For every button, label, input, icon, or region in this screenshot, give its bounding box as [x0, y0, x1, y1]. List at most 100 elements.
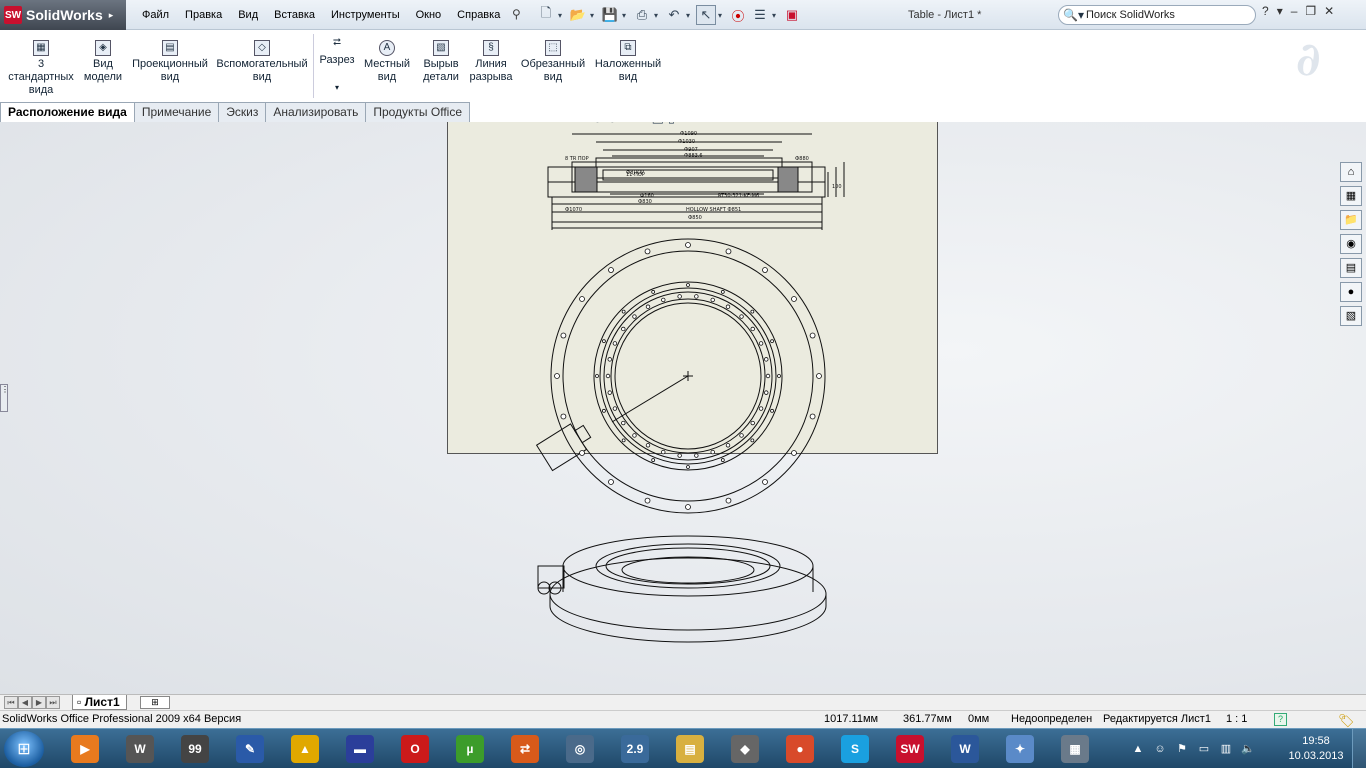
tray-app-icon[interactable]: ☺	[1152, 741, 1168, 757]
tray-device-icon[interactable]: ▭	[1196, 741, 1212, 757]
taskbar-world-of-tanks[interactable]: W	[113, 731, 167, 767]
tab-view-layout[interactable]: Расположение вида	[0, 102, 135, 123]
view-settings-icon[interactable]: ⚇▾	[686, 122, 704, 126]
pin-menu-icon[interactable]: ⚲	[512, 7, 526, 21]
dimension-label[interactable]: 100	[832, 184, 842, 190]
undo-icon[interactable]: ↶	[664, 5, 684, 25]
file-explorer-icon[interactable]: 📁	[1340, 210, 1362, 230]
taskbar-solidworks[interactable]: SW	[883, 731, 937, 767]
dimension-label[interactable]: RT30-321-KF-M6	[718, 193, 759, 199]
taskbar-save-disk[interactable]: ▬	[333, 731, 387, 767]
search-results-icon[interactable]: ◉	[1340, 234, 1362, 254]
taskbar-globe-app[interactable]: ◎	[553, 731, 607, 767]
search-input[interactable]: Поиск SolidWorks	[1086, 9, 1175, 21]
dimension-label[interactable]: Ф830	[638, 199, 652, 205]
print-icon[interactable]: ⎙	[632, 5, 652, 25]
close-icon[interactable]: ✕	[1324, 4, 1334, 18]
photoworks-icon[interactable]: ▣	[782, 5, 802, 25]
cmd-projected-view[interactable]: ▤ Проекционный вид	[130, 40, 210, 84]
sheet-tab-list1[interactable]: ▫ Лист1	[72, 695, 127, 710]
menu-window[interactable]: Окно	[408, 0, 450, 30]
tab-office-products[interactable]: Продукты Office	[365, 102, 471, 122]
cmd-auxiliary-view[interactable]: ◇ Вспомогательный вид	[214, 40, 310, 84]
cmd-model-view[interactable]: ◈ Вид модели	[82, 40, 124, 84]
view-palette-icon[interactable]: ▤	[1340, 258, 1362, 278]
add-sheet-icon[interactable]: ⊞	[140, 696, 170, 709]
menu-tools[interactable]: Инструменты	[323, 0, 408, 30]
print-dropdown-icon[interactable]: ▾	[654, 11, 662, 20]
menu-file[interactable]: Файл	[134, 0, 177, 30]
taskbar-skype[interactable]: S	[828, 731, 882, 767]
open-dropdown-icon[interactable]: ▾	[590, 11, 598, 20]
cmd-crop-view[interactable]: ⬚ Обрезанный вид	[520, 40, 586, 84]
cmd-broken-out-section[interactable]: ▧ Вырыв детали	[420, 40, 462, 84]
first-sheet-icon[interactable]: ⏮	[4, 696, 18, 709]
select-pointer-icon[interactable]: ↖	[696, 5, 716, 25]
dimension-label[interactable]: Ф8ПОР	[626, 170, 644, 176]
tags-icon[interactable]: 🏷	[1338, 712, 1355, 729]
dimension-label[interactable]: Ф880	[795, 156, 809, 162]
solidworks-logo[interactable]: SW SolidWorks ▸	[0, 0, 126, 30]
zoom-to-area-icon[interactable]: ⊕	[607, 122, 618, 126]
feature-manager-handle[interactable]: ⋮	[0, 384, 9, 412]
display-style-icon[interactable]: ▣	[652, 122, 664, 126]
zoom-to-fit-icon[interactable]: ⊕	[592, 122, 603, 126]
doc-close-icon[interactable]: ✕	[1339, 122, 1349, 124]
hide-show-icon[interactable]: ▯▾	[668, 122, 682, 126]
file-properties-icon[interactable]: ☰	[750, 5, 770, 25]
help-dropdown-icon[interactable]: ▾	[1277, 4, 1283, 18]
new-document-icon[interactable]: 🗋	[536, 5, 556, 25]
start-button[interactable]: ⊞	[4, 731, 44, 767]
menu-view[interactable]: Вид	[230, 0, 266, 30]
tab-annotation[interactable]: Примечание	[133, 102, 220, 122]
taskbar-word[interactable]: W	[938, 731, 992, 767]
taskbar-inkscape[interactable]: ◆	[718, 731, 772, 767]
menu-edit[interactable]: Правка	[177, 0, 230, 30]
previous-view-icon[interactable]: ↺	[622, 122, 633, 126]
taskbar-file-explorer[interactable]: ▤	[663, 731, 717, 767]
dimension-label[interactable]: Ф1070	[565, 207, 582, 213]
taskbar-chrome[interactable]: ●	[773, 731, 827, 767]
status-help-icon[interactable]: ?	[1274, 713, 1287, 726]
taskbar-opera[interactable]: O	[388, 731, 442, 767]
cmd-section-view[interactable]: ⮂ Разрез ▾	[318, 36, 356, 94]
graphics-area[interactable]: Ф1090 Ф1030 Ф907 Ф883.6 8 TR ПОР Ф880 11-ПОР Ф8…	[0, 122, 1366, 694]
new-dropdown-icon[interactable]: ▾	[558, 11, 566, 20]
isometric-view[interactable]	[537, 535, 827, 643]
dimension-label[interactable]: HOLLOW SHAFT Ф851	[686, 207, 741, 213]
taskbar-sync-app[interactable]: ⇄	[498, 731, 552, 767]
top-view-flange[interactable]	[535, 238, 826, 514]
cmd-detail-view[interactable]: A Местный вид	[362, 40, 412, 84]
custom-properties-icon[interactable]: ▧	[1340, 306, 1362, 326]
tray-flag-icon[interactable]: ⚑	[1174, 741, 1190, 757]
drawing-views[interactable]: Ф1090Ф1030Ф907Ф883.68 TR ПОР Ф88011-ПОРФ8…	[0, 122, 1366, 694]
taskbar-monitor-99[interactable]: 99	[168, 731, 222, 767]
dimension-label[interactable]: Ф883.6	[684, 153, 703, 159]
solidworks-resources-icon[interactable]: ⌂	[1340, 162, 1362, 182]
volume-icon[interactable]: 🔈	[1240, 741, 1256, 757]
section-dropdown-icon[interactable]: ▾	[318, 81, 356, 94]
dimension-label[interactable]: 8 TR ПОР	[565, 156, 589, 162]
minimize-icon[interactable]: –	[1291, 4, 1298, 18]
next-sheet-icon[interactable]: ▶	[32, 696, 46, 709]
doc-restore-icon[interactable]: ❐	[1315, 122, 1326, 124]
dimension-label[interactable]: Ф1030	[678, 139, 695, 145]
tab-evaluate[interactable]: Анализировать	[265, 102, 367, 122]
cmd-alternate-position-view[interactable]: ⧉ Наложенный вид	[592, 40, 664, 84]
last-sheet-icon[interactable]: ⏭	[46, 696, 60, 709]
taskbar-media-player[interactable]: ▶	[58, 731, 112, 767]
appearances-icon[interactable]: ●	[1340, 282, 1362, 302]
taskbar-calculator[interactable]: ▦	[1048, 731, 1102, 767]
save-dropdown-icon[interactable]: ▾	[622, 11, 630, 20]
clock[interactable]: 19:58 10.03.2013	[1286, 734, 1346, 764]
taskbar-city-info[interactable]: 2.9	[608, 731, 662, 767]
rotate-view-icon[interactable]: ⟳	[637, 122, 648, 126]
network-icon[interactable]: ▥	[1218, 741, 1234, 757]
menu-insert[interactable]: Вставка	[266, 0, 323, 30]
search-box[interactable]: 🔍▾ Поиск SolidWorks	[1058, 5, 1256, 25]
restore-icon[interactable]: ❐	[1305, 4, 1316, 18]
taskbar-utorrent[interactable]: µ	[443, 731, 497, 767]
open-folder-icon[interactable]: 📂	[568, 5, 588, 25]
show-desktop-button[interactable]	[1352, 729, 1366, 768]
prev-sheet-icon[interactable]: ◀	[18, 696, 32, 709]
